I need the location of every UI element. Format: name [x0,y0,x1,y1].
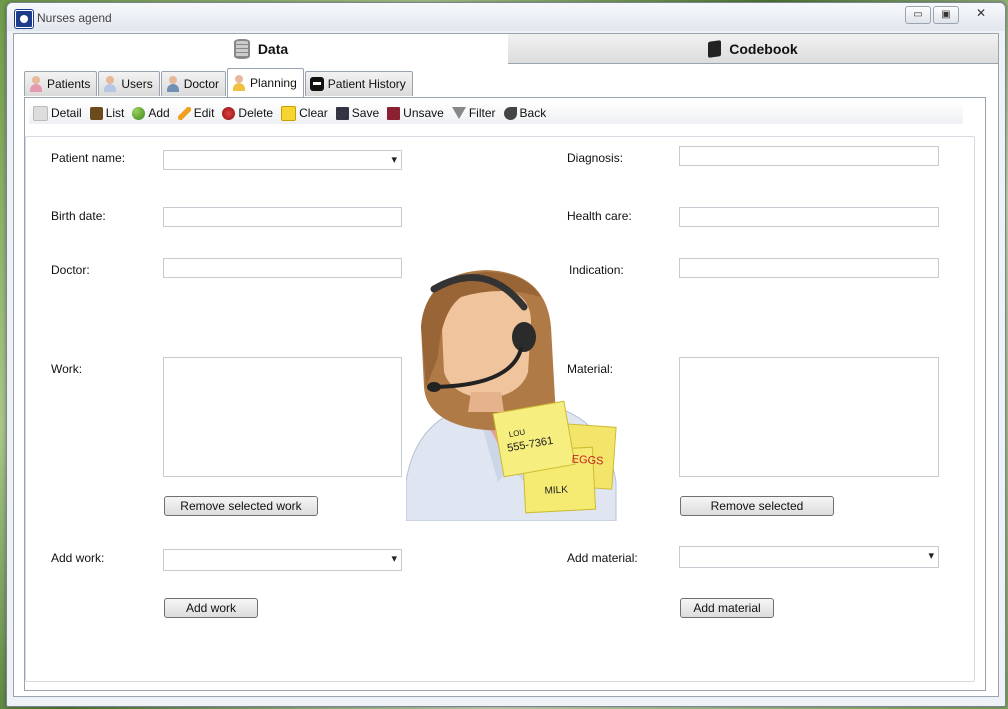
tab-codebook-label: Codebook [729,40,798,57]
tab-data-label: Data [257,41,289,57]
add-material-combo[interactable] [679,546,939,568]
subtab-strip: Patients Users Doctor Planning Patient H… [24,68,414,97]
birth-date-field[interactable] [163,207,402,227]
health-care-field[interactable] [679,207,939,227]
tab-doctor-label: Doctor [183,77,220,91]
remove-selected-material-button[interactable]: Remove selected [680,496,834,516]
doctor-field[interactable] [163,258,402,278]
patient-name-label: Patient name: [51,151,126,165]
tab-patient-history[interactable]: Patient History [304,71,413,96]
title-bar[interactable]: Nurses agend ▭ ▣ ✕ [7,3,1005,31]
tab-patients-label: Patients [47,77,91,91]
diagnosis-label: Diagnosis: [567,151,624,165]
save-button[interactable]: Save [332,103,383,123]
client-area: Data Codebook Patients Users Doctor Plan… [13,33,999,697]
tab-data[interactable]: Data [14,34,509,64]
add-work-button[interactable]: Add work [164,598,258,618]
book-icon [708,39,722,58]
birth-date-label: Birth date: [51,209,106,223]
unsave-button[interactable]: Unsave [383,103,448,123]
note-right-text: EGGS [571,453,604,467]
floppy-icon [335,106,349,120]
planning-icon [232,75,246,91]
database-icon [233,39,250,59]
add-material-label: Add material: [567,551,638,565]
remove-selected-work-button[interactable]: Remove selected work [164,496,318,516]
save-label: Save [351,106,380,120]
delete-label: Delete [238,106,274,120]
patient-name-combo[interactable] [163,150,402,170]
doctor-icon [166,76,180,92]
back-button[interactable]: Back [500,103,551,123]
user-icon [103,76,117,92]
planning-panel: Detail List Add Edit Delete Clear Save U… [24,97,986,691]
patient-icon [29,76,43,92]
edit-button[interactable]: Edit [174,103,219,123]
tab-users-label: Users [121,77,153,91]
diagnosis-field[interactable] [679,146,939,166]
toolbar: Detail List Add Edit Delete Clear Save U… [29,102,963,124]
add-work-label: Add work: [51,551,105,565]
funnel-icon [451,107,466,119]
list-button[interactable]: List [86,103,129,123]
pencil-icon [177,106,191,120]
detail-label: Detail [51,106,82,120]
filter-button[interactable]: Filter [448,103,500,123]
planning-form: Patient name: Birth date: Doctor: Work: … [25,136,975,682]
clear-button[interactable]: Clear [277,103,332,123]
tab-doctor[interactable]: Doctor [160,71,227,96]
close-button[interactable]: ✕ [961,6,1001,22]
add-material-button[interactable]: Add material [680,598,774,618]
nurse-illustration: LOU 555-7361 EGGS MILK [406,270,617,521]
tab-users[interactable]: Users [98,71,160,96]
list-label: List [105,106,125,120]
material-list[interactable] [679,357,939,477]
filter-label: Filter [468,106,496,120]
maximize-button[interactable]: ▣ [933,6,959,24]
tab-patient-history-label: Patient History [327,77,406,91]
delete-icon [222,106,236,120]
unsave-icon [387,106,401,120]
minimize-button[interactable]: ▭ [905,6,931,24]
health-care-label: Health care: [567,209,632,223]
work-list[interactable] [163,357,402,477]
add-work-combo[interactable] [163,549,402,571]
window-title: Nurses agend [37,11,112,25]
add-icon [132,106,146,120]
add-button[interactable]: Add [128,103,173,123]
tab-patients[interactable]: Patients [24,71,98,96]
list-icon [89,106,103,120]
tab-planning-label: Planning [250,76,297,90]
tab-planning[interactable]: Planning [227,68,304,97]
tab-codebook[interactable]: Codebook [508,34,998,64]
note-bottom-text: MILK [544,485,568,497]
work-label: Work: [51,362,83,376]
detail-icon [33,105,48,121]
clear-label: Clear [299,106,328,120]
indication-field[interactable] [679,258,939,278]
clear-icon [281,105,297,121]
unsave-label: Unsave [403,106,444,120]
detail-button[interactable]: Detail [29,103,86,123]
doctor-label: Doctor: [51,263,90,277]
window-controls: ▭ ▣ ✕ [905,6,1001,24]
back-label: Back [519,106,547,120]
app-window: Nurses agend ▭ ▣ ✕ Data Codebook Patient… [6,2,1006,707]
edit-label: Edit [193,106,215,120]
delete-button[interactable]: Delete [218,103,277,123]
app-icon [15,10,33,28]
back-arrow-icon [503,106,517,120]
add-label: Add [148,106,170,120]
history-icon [309,77,324,91]
